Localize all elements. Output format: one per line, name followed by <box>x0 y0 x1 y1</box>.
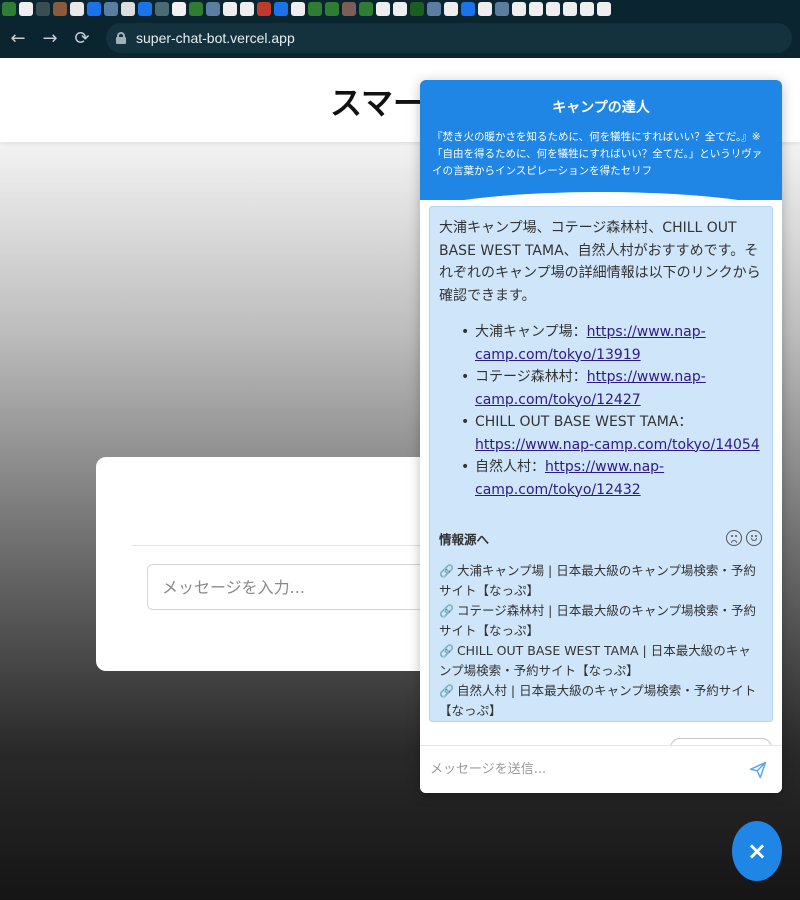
tab-favicon[interactable] <box>580 2 594 16</box>
page-title: スマー <box>330 84 426 122</box>
tab-favicon[interactable] <box>274 2 288 16</box>
tab-favicon[interactable] <box>461 2 475 16</box>
chat-header: キャンプの達人 『焚き火の暖かさを知るために、何を犠牲にすればいい？全てだ。』※… <box>420 80 782 222</box>
tab-favicon[interactable] <box>70 2 84 16</box>
feedback-buttons <box>726 530 762 546</box>
tab-favicon[interactable] <box>121 2 135 16</box>
tab-favicon[interactable] <box>87 2 101 16</box>
tab-favicon[interactable] <box>563 2 577 16</box>
list-item: 自然人村：https://www.nap-camp.com/tokyo/1243… <box>461 456 762 501</box>
camp-name: コテージ森林村： <box>475 369 587 385</box>
source-item[interactable]: 🔗 自然人村 | 日本最大級のキャンプ場検索・予約サイト【なっぷ】 <box>439 681 762 721</box>
forward-arrow-icon[interactable]: → <box>36 24 64 52</box>
source-list: 🔗 大浦キャンプ場 | 日本最大級のキャンプ場検索・予約サイト【なっぷ】 🔗 コテー… <box>439 561 762 721</box>
camp-link-list: 大浦キャンプ場： https://www.nap-camp.com/tokyo/1… <box>439 321 762 501</box>
tab-favicon[interactable] <box>529 2 543 16</box>
source-label: 自然人村 | 日本最大級のキャンプ場検索・予約サイト【なっぷ】 <box>439 683 757 718</box>
tab-favicon[interactable] <box>36 2 50 16</box>
tab-favicon[interactable] <box>325 2 339 16</box>
tab-favicon[interactable] <box>546 2 560 16</box>
chat-messages[interactable]: 大浦キャンプ場、コテージ森林村、CHILL OUT BASE WEST TAMA… <box>420 200 782 745</box>
tab-favicon[interactable] <box>189 2 203 16</box>
browser-tab-strip[interactable] <box>0 0 800 18</box>
bot-message: 大浦キャンプ場、コテージ森林村、CHILL OUT BASE WEST TAMA… <box>429 206 773 722</box>
chat-subtitle: 『焚き火の暖かさを知るために、何を犠牲にすればいい？全てだ。』※「自由を得るため… <box>432 131 763 177</box>
tab-favicon[interactable] <box>478 2 492 16</box>
happy-face-icon[interactable] <box>746 530 762 546</box>
close-chat-button[interactable]: × <box>732 821 782 881</box>
camp-link[interactable]: https://www.nap-camp.com/tokyo/14054 <box>475 437 760 453</box>
address-bar[interactable]: super-chat-bot.vercel.app <box>106 23 792 53</box>
chat-title: キャンプの達人 <box>552 100 650 116</box>
source-item[interactable]: 🔗 コテージ森林村 | 日本最大級のキャンプ場検索・予約サイト【なっぷ】 <box>439 601 762 641</box>
sources-title[interactable]: 情報源へ <box>439 529 489 548</box>
tab-favicon[interactable] <box>410 2 424 16</box>
link-icon: 🔗 <box>439 564 454 578</box>
tab-favicon[interactable] <box>206 2 220 16</box>
tab-favicon[interactable] <box>19 2 33 16</box>
tab-favicon[interactable] <box>104 2 118 16</box>
tab-favicon[interactable] <box>138 2 152 16</box>
link-icon: 🔗 <box>439 644 454 658</box>
tab-favicon[interactable] <box>444 2 458 16</box>
source-item[interactable]: 🔗 大浦キャンプ場 | 日本最大級のキャンプ場検索・予約サイト【なっぷ】 <box>439 561 762 601</box>
send-icon <box>749 761 767 778</box>
lock-icon <box>116 32 126 44</box>
tab-favicon[interactable] <box>257 2 271 16</box>
message-intro: 大浦キャンプ場、コテージ森林村、CHILL OUT BASE WEST TAMA… <box>439 220 761 304</box>
tab-favicon[interactable] <box>342 2 356 16</box>
tab-favicon[interactable] <box>427 2 441 16</box>
source-label: 大浦キャンプ場 | 日本最大級のキャンプ場検索・予約サイト【なっぷ】 <box>439 563 756 598</box>
list-item: 大浦キャンプ場：https://www.nap-camp.com/tokyo/1… <box>461 321 762 366</box>
tab-favicon[interactable] <box>155 2 169 16</box>
reload-icon[interactable]: ⟳ <box>68 24 96 52</box>
source-item[interactable]: 🔗 CHILL OUT BASE WEST TAMA | 日本最大級のキャンプ場検… <box>439 641 762 681</box>
camp-name: 大浦キャンプ場： <box>475 324 587 340</box>
back-arrow-icon[interactable]: ← <box>4 24 32 52</box>
tab-favicon[interactable] <box>240 2 254 16</box>
suggestion-chip[interactable] <box>670 738 772 745</box>
send-button[interactable] <box>742 754 774 786</box>
tab-favicon[interactable] <box>308 2 322 16</box>
link-icon: 🔗 <box>439 604 454 618</box>
tab-favicon[interactable] <box>172 2 186 16</box>
message-input[interactable] <box>147 564 467 610</box>
camp-name: CHILL OUT BASE WEST TAMA： <box>475 414 693 430</box>
chat-widget: キャンプの達人 『焚き火の暖かさを知るために、何を犠牲にすればいい？全てだ。』※… <box>420 80 782 793</box>
source-label: CHILL OUT BASE WEST TAMA | 日本最大級のキャンプ場検索… <box>439 643 751 678</box>
tab-favicon[interactable] <box>597 2 611 16</box>
browser-toolbar: ← → ⟳ super-chat-bot.vercel.app <box>0 18 800 58</box>
tab-favicon[interactable] <box>495 2 509 16</box>
sad-face-icon[interactable] <box>726 530 742 546</box>
address-url: super-chat-bot.vercel.app <box>136 30 295 46</box>
tab-favicon[interactable] <box>359 2 373 16</box>
chat-footer <box>420 745 782 793</box>
link-icon: 🔗 <box>439 684 454 698</box>
sources-header: 情報源へ <box>439 527 762 549</box>
tab-favicon[interactable] <box>393 2 407 16</box>
chat-message-input[interactable] <box>420 762 742 777</box>
camp-name: 自然人村： <box>475 459 545 475</box>
tab-favicon[interactable] <box>512 2 526 16</box>
tab-favicon[interactable] <box>223 2 237 16</box>
tab-favicon[interactable] <box>2 2 16 16</box>
tab-favicon[interactable] <box>376 2 390 16</box>
source-label: コテージ森林村 | 日本最大級のキャンプ場検索・予約サイト【なっぷ】 <box>439 603 756 638</box>
list-item: CHILL OUT BASE WEST TAMA： https://www.nap… <box>461 411 762 456</box>
tab-favicon[interactable] <box>53 2 67 16</box>
list-item: コテージ森林村：https://www.nap-camp.com/tokyo/1… <box>461 366 762 411</box>
tab-favicon[interactable] <box>291 2 305 16</box>
